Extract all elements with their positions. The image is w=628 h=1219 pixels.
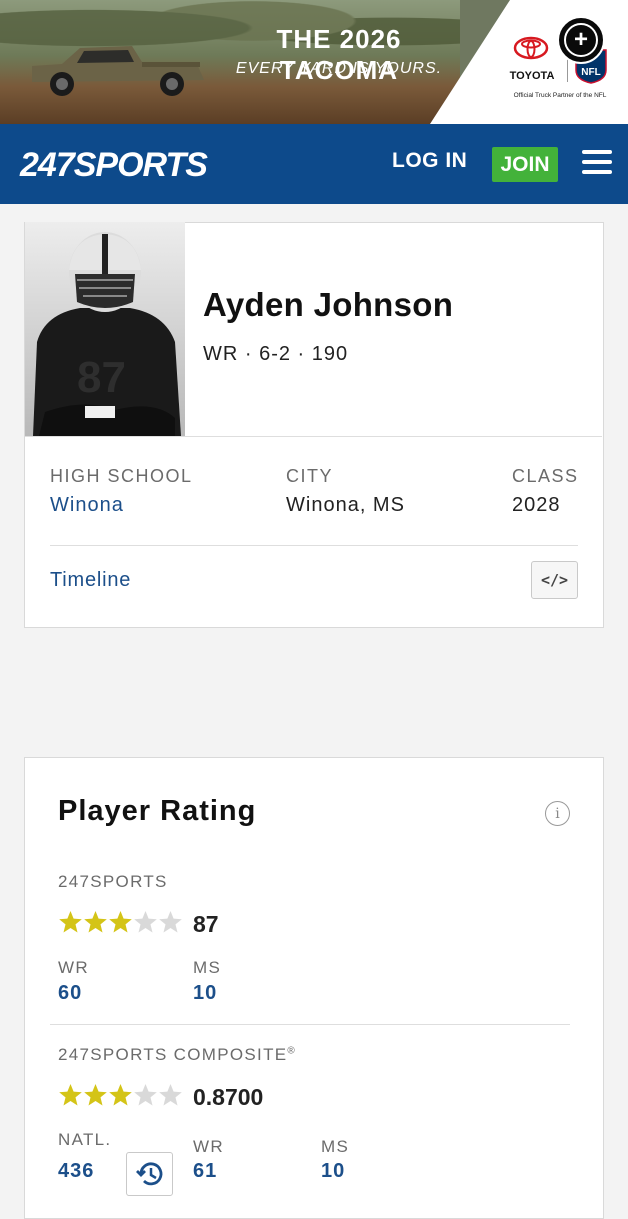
national-rank-value[interactable]: 436 — [58, 1160, 94, 1183]
hamburger-menu-icon[interactable] — [582, 150, 612, 178]
nfl-text: NFL — [581, 67, 600, 78]
national-rank-label: NATL. — [58, 1130, 112, 1149]
toyota-logo-icon — [513, 36, 549, 60]
ad-tagline: EVERY YARD IS YOURS. — [235, 60, 443, 77]
state-rank-value[interactable]: 10 — [193, 982, 217, 1005]
divider — [25, 436, 602, 437]
player-photo: 87 — [25, 222, 185, 436]
position-rank-label: WR — [58, 958, 89, 977]
city-value: Winona, MS — [286, 494, 405, 516]
city-label: CITY — [286, 466, 334, 486]
class-value: 2028 — [512, 494, 561, 516]
star-filled-icon — [109, 1084, 132, 1106]
jersey-number: 87 — [77, 353, 126, 402]
ad-partner-text: Official Truck Partner of the NFL — [513, 92, 607, 99]
high-school-link[interactable]: Winona — [50, 494, 124, 517]
composite-rating-label: 247SPORTS COMPOSITE® — [58, 1045, 296, 1065]
247sports-score: 87 — [193, 911, 219, 937]
star-filled-icon — [59, 1084, 82, 1106]
star-empty-icon — [134, 1084, 157, 1106]
plus-icon: + — [564, 23, 598, 57]
class-label: CLASS — [512, 466, 579, 486]
ad-banner[interactable]: THE 2026 TACOMA EVERY YARD IS YOURS. TOY… — [0, 0, 628, 124]
divider — [50, 545, 578, 546]
join-button[interactable]: JOIN — [492, 147, 558, 182]
logo-text: 247SPORTS — [19, 146, 208, 184]
composite-state-label: MS — [321, 1137, 350, 1156]
composite-position-label: WR — [193, 1137, 224, 1156]
star-filled-icon — [84, 911, 107, 933]
history-icon — [135, 1162, 162, 1186]
high-school-label: HIGH SCHOOL — [50, 466, 193, 486]
composite-score: 0.8700 — [193, 1084, 264, 1110]
composite-label-text: 247SPORTS COMPOSITE — [58, 1045, 288, 1064]
embed-code-button[interactable]: </> — [531, 561, 578, 599]
247sports-star-rating — [58, 910, 183, 934]
registered-mark: ® — [287, 1045, 297, 1057]
ad-expand-button[interactable]: + — [557, 16, 605, 64]
star-filled-icon — [84, 1084, 107, 1106]
rank-history-button[interactable] — [126, 1152, 173, 1196]
login-link[interactable]: LOG IN — [392, 149, 467, 173]
rating-title: Player Rating — [58, 795, 257, 827]
menu-bar — [582, 150, 612, 154]
star-filled-icon — [109, 911, 132, 933]
player-name: Ayden Johnson — [203, 286, 454, 323]
truck-image — [32, 46, 204, 96]
star-empty-icon — [159, 1084, 182, 1106]
247sports-rating-label: 247SPORTS — [58, 872, 168, 891]
composite-state-value[interactable]: 10 — [321, 1160, 345, 1183]
menu-bar — [582, 170, 612, 174]
star-empty-icon — [159, 911, 182, 933]
composite-star-rating — [58, 1083, 183, 1107]
player-meta: WR · 6-2 · 190 — [203, 343, 349, 365]
composite-position-value[interactable]: 61 — [193, 1160, 217, 1183]
timeline-link[interactable]: Timeline — [50, 569, 131, 592]
divider — [50, 1024, 570, 1025]
247sports-logo[interactable]: 247SPORTS — [18, 140, 238, 184]
position-rank-value[interactable]: 60 — [58, 982, 82, 1005]
star-filled-icon — [59, 911, 82, 933]
toyota-wordmark: TOYOTA — [509, 70, 555, 82]
info-icon[interactable]: i — [545, 801, 570, 826]
menu-bar — [582, 160, 612, 164]
state-rank-label: MS — [193, 958, 222, 977]
player-silhouette: 87 — [25, 222, 185, 436]
star-empty-icon — [134, 911, 157, 933]
